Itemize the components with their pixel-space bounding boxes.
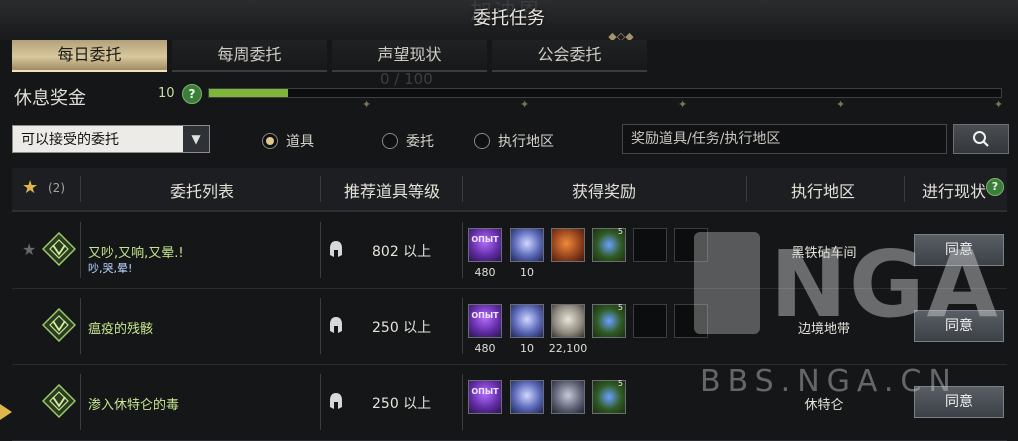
header-area: 执行地区 [790, 182, 855, 201]
column-divider [462, 222, 463, 278]
column-divider [462, 298, 463, 354]
column-divider [462, 374, 463, 430]
reward-qty: 22,100 [548, 342, 588, 355]
exp-scroll-icon[interactable]: OПЫТ [468, 304, 502, 338]
column-divider [320, 298, 321, 354]
potion-icon[interactable]: 5 [592, 379, 626, 414]
column-divider [746, 176, 747, 202]
level-requirement: 250 以上 [372, 396, 432, 412]
level-requirement: 802 以上 [372, 244, 432, 260]
reward-label: OПЫТ [471, 311, 499, 320]
radio-dot-icon [262, 133, 278, 149]
radio-area[interactable]: 执行地区 [474, 131, 554, 151]
scroll-arrow-icon[interactable] [0, 404, 12, 420]
radio-dot-icon [382, 133, 398, 149]
help-icon[interactable]: ? [986, 178, 1004, 196]
exp-scroll-icon[interactable]: OПЫТ [468, 228, 502, 262]
exp-scroll-icon[interactable]: OПЫТ [468, 380, 502, 414]
helmet-icon [330, 393, 342, 409]
bar-marker-icon: ✦ [836, 98, 846, 111]
tab-weekly[interactable]: 每周委托 [172, 40, 327, 72]
ghost-text: 0 / 100 [380, 70, 433, 88]
tab-bar: 每日委托 每周委托 声望现状 公会委托 [12, 40, 652, 72]
dropdown-value: 可以接受的委托 [21, 132, 119, 148]
favorite-count: (2) [48, 181, 65, 195]
level-requirement: 250 以上 [372, 320, 432, 336]
radio-area-label: 执行地区 [498, 134, 554, 150]
search-button[interactable] [953, 124, 1009, 154]
rest-bonus-fill [209, 89, 289, 97]
quest-emblem-icon [42, 384, 76, 418]
reward-sup: 5 [617, 379, 623, 388]
reward-sup: 5 [617, 227, 623, 236]
window-title: 委托任务 [473, 8, 545, 29]
reward-qty: 480 [474, 342, 496, 355]
chevron-down-icon[interactable]: ▼ [183, 126, 209, 152]
watermark-logo: NGA [770, 231, 1000, 338]
column-divider [80, 374, 81, 430]
reward-label: OПЫТ [471, 235, 499, 244]
header-level: 推荐道具等级 [343, 182, 440, 201]
search-icon [973, 131, 989, 147]
header-reward: 获得奖励 [571, 182, 636, 201]
reward-sup: 5 [617, 303, 623, 312]
quest-emblem-icon [42, 308, 76, 342]
watermark-url: BBS.NGA.CN [700, 364, 958, 399]
reward-qty: 10 [520, 266, 534, 279]
helmet-icon [330, 317, 342, 333]
radio-item[interactable]: 道具 [262, 131, 314, 151]
gem-icon[interactable] [510, 380, 544, 414]
potion-icon[interactable]: 5 [592, 227, 626, 262]
helmet-icon [330, 241, 342, 257]
gem-icon[interactable] [510, 228, 544, 262]
column-divider [80, 222, 81, 278]
watermark-paw-icon [694, 232, 760, 334]
search-input[interactable]: 奖励道具/任务/执行地区 [622, 124, 947, 154]
bar-marker-icon: ✦ [520, 98, 530, 111]
reward-qty: 480 [474, 266, 496, 279]
quest-emblem-icon [42, 232, 76, 266]
empty-slot [633, 228, 667, 262]
tab-guild[interactable]: 公会委托 [492, 40, 647, 72]
column-divider [462, 176, 463, 202]
rest-bonus-bar [208, 88, 1002, 98]
table-header: ★ (2) 委托列表 推荐道具等级 获得奖励 执行地区 进行现状 ? [12, 168, 1007, 212]
quest-filter-dropdown[interactable]: 可以接受的委托 ▼ [12, 125, 210, 153]
column-divider [80, 176, 81, 202]
crystal-icon[interactable] [551, 380, 585, 414]
rest-bonus-value: 10 [158, 86, 175, 101]
favorite-star-icon[interactable]: ★ [22, 177, 38, 198]
quest-name[interactable]: 又吵,又响,又晕.! [88, 242, 184, 261]
reward-qty: 10 [520, 342, 534, 355]
radio-item-label: 道具 [286, 134, 314, 150]
bar-marker-icon: ✦ [362, 98, 372, 111]
header-quest-list: 委托列表 [169, 182, 234, 201]
quest-name[interactable]: 瘟疫的残骸 [88, 318, 153, 337]
quest-name[interactable]: 渗入休特仑的毒 [88, 394, 179, 413]
tab-reputation[interactable]: 声望现状 [332, 40, 487, 72]
ore-icon[interactable] [551, 228, 585, 262]
gem-icon[interactable] [510, 304, 544, 338]
radio-quest-label: 委托 [406, 134, 434, 150]
bar-marker-icon: ✦ [994, 98, 1004, 111]
rest-bonus-label: 休息奖金 [14, 88, 86, 109]
radio-dot-icon [474, 133, 490, 149]
column-divider [80, 298, 81, 354]
column-divider [320, 374, 321, 430]
potion-icon[interactable]: 5 [592, 303, 626, 338]
radio-quest[interactable]: 委托 [382, 131, 434, 151]
help-icon[interactable]: ? [182, 84, 202, 104]
tab-daily[interactable]: 每日委托 [12, 40, 167, 72]
empty-slot [633, 304, 667, 338]
bar-marker-icon: ✦ [678, 98, 688, 111]
column-divider [320, 176, 321, 202]
quest-subtitle: 吵,哭,晕! [88, 262, 133, 275]
coin-icon[interactable] [551, 304, 585, 338]
column-divider [320, 222, 321, 278]
reward-label: OПЫТ [471, 387, 499, 396]
favorite-star-icon[interactable]: ★ [22, 240, 36, 259]
